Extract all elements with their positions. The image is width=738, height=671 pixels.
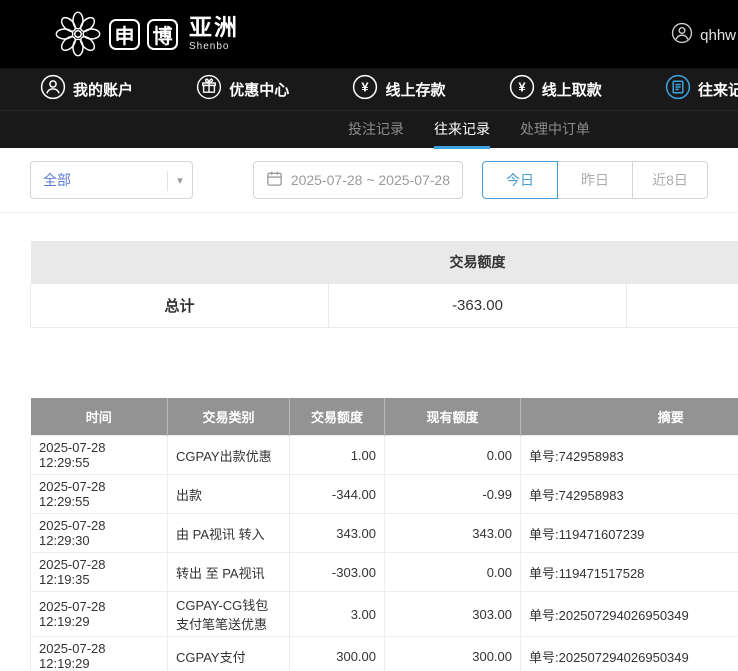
- table-row: 2025-07-28 12:29:55 出款 -344.00 -0.99 单号:…: [31, 475, 738, 514]
- cell-time: 2025-07-28 12:19:29: [31, 637, 168, 671]
- transactions-table: 时间 交易类别 交易额度 现有额度 摘要 2025-07-28 12:29:55…: [30, 398, 738, 671]
- cell-memo: 单号:119471517528: [521, 553, 738, 592]
- cell-balance: 300.00: [385, 637, 521, 671]
- col-header-type: 交易类别: [168, 398, 290, 436]
- cell-amount: -344.00: [290, 475, 385, 514]
- last-8-days-button[interactable]: 近8日: [632, 161, 708, 199]
- nav-item-records[interactable]: 往来记录: [665, 74, 738, 105]
- cell-memo: 单号:202507294026950349: [521, 592, 738, 637]
- table-row: 2025-07-28 12:19:35 转出 至 PA视讯 -303.00 0.…: [31, 553, 738, 592]
- type-dropdown-value: 全部: [43, 170, 71, 190]
- summary-header-spacer: [627, 241, 738, 283]
- cell-time: 2025-07-28 12:19:29: [31, 592, 168, 637]
- tab-betting-records[interactable]: 投注记录: [348, 111, 404, 149]
- flower-logo-icon: [54, 10, 102, 58]
- currency-glyph: ¥: [518, 80, 526, 95]
- deposit-icon: ¥: [352, 74, 378, 105]
- nav-label: 往来记录: [698, 79, 738, 100]
- transactions-section: 时间 交易类别 交易额度 现有额度 摘要 2025-07-28 12:29:55…: [30, 398, 738, 671]
- tab-transaction-records[interactable]: 往来记录: [434, 111, 490, 149]
- cell-memo: 单号:742958983: [521, 475, 738, 514]
- cell-amount: 1.00: [290, 436, 385, 475]
- cell-memo: 单号:202507294026950349: [521, 637, 738, 671]
- table-row: 2025-07-28 12:29:30 由 PA视讯 转入 343.00 343…: [31, 514, 738, 553]
- summary-header-spacer: [31, 241, 329, 283]
- table-row: 2025-07-28 12:19:29 CGPAY-CG钱包支付笔笔送优惠 3.…: [31, 592, 738, 637]
- nav-item-deposit[interactable]: ¥ 线上存款: [352, 74, 445, 105]
- currency-glyph: ¥: [362, 80, 370, 95]
- nav-label: 优惠中心: [229, 79, 289, 100]
- cell-time: 2025-07-28 12:29:55: [31, 475, 168, 514]
- quick-date-buttons: 今日 昨日 近8日: [482, 161, 708, 199]
- logo-char-bo: 博: [147, 19, 178, 50]
- sub-nav: 投注记录 往来记录 处理中订单: [0, 110, 738, 148]
- chevron-down-icon: ▾: [167, 171, 183, 191]
- nav-label: 线上存款: [385, 79, 445, 100]
- cell-balance: 303.00: [385, 592, 521, 637]
- cell-type: CGPAY-CG钱包支付笔笔送优惠: [168, 592, 290, 637]
- cell-type: 转出 至 PA视讯: [168, 553, 290, 592]
- summary-section: 交易额度 总计 -363.00: [30, 241, 738, 328]
- table-header-row: 时间 交易类别 交易额度 现有额度 摘要: [31, 398, 738, 436]
- account-icon: [40, 74, 66, 105]
- withdraw-icon: ¥: [509, 74, 535, 105]
- filter-bar: 全部 ▾ 2025-07-28 ~ 2025-07-28 今日 昨日 近8日: [0, 148, 738, 213]
- summary-header-amount: 交易额度: [329, 241, 627, 283]
- nav-item-promotions[interactable]: 优惠中心: [196, 74, 289, 105]
- table-row: 2025-07-28 12:19:29 CGPAY支付 300.00 300.0…: [31, 637, 738, 671]
- col-header-memo: 摘要: [521, 398, 738, 436]
- username: qhhw: [700, 27, 736, 44]
- cell-type: 出款: [168, 475, 290, 514]
- cell-time: 2025-07-28 12:29:30: [31, 514, 168, 553]
- nav-label: 我的账户: [73, 79, 133, 100]
- records-icon: [665, 74, 691, 105]
- main-nav: 我的账户 优惠中心 ¥ 线上存款: [0, 68, 738, 110]
- logo-char-shen: 申: [109, 19, 140, 50]
- cell-memo: 单号:742958983: [521, 436, 738, 475]
- date-range-picker[interactable]: 2025-07-28 ~ 2025-07-28: [253, 161, 463, 199]
- cell-balance: -0.99: [385, 475, 521, 514]
- logo-subtitle: Shenbo: [189, 41, 239, 52]
- summary-total-label: 总计: [31, 283, 329, 327]
- top-header: 申 博 亚洲 Shenbo qhhw: [0, 0, 738, 68]
- cell-amount: 343.00: [290, 514, 385, 553]
- gift-icon: [196, 74, 222, 105]
- cell-amount: 3.00: [290, 592, 385, 637]
- site-logo[interactable]: 申 博 亚洲 Shenbo: [54, 10, 239, 58]
- today-button[interactable]: 今日: [482, 161, 558, 199]
- calendar-icon: [266, 170, 283, 190]
- cell-type: CGPAY出款优惠: [168, 436, 290, 475]
- yesterday-button[interactable]: 昨日: [557, 161, 633, 199]
- cell-balance: 343.00: [385, 514, 521, 553]
- nav-item-withdraw[interactable]: ¥ 线上取款: [509, 74, 602, 105]
- tab-processing-orders[interactable]: 处理中订单: [520, 111, 590, 149]
- cell-amount: 300.00: [290, 637, 385, 671]
- cell-amount: -303.00: [290, 553, 385, 592]
- cell-balance: 0.00: [385, 436, 521, 475]
- nav-item-my-account[interactable]: 我的账户: [40, 74, 133, 105]
- date-range-value: 2025-07-28 ~ 2025-07-28: [291, 172, 450, 188]
- cell-memo: 单号:119471607239: [521, 514, 738, 553]
- col-header-balance: 现有额度: [385, 398, 521, 436]
- summary-empty-cell: [627, 283, 738, 327]
- cell-balance: 0.00: [385, 553, 521, 592]
- cell-time: 2025-07-28 12:19:35: [31, 553, 168, 592]
- user-account[interactable]: qhhw: [671, 22, 736, 49]
- logo-region-text: 亚洲: [189, 16, 239, 39]
- summary-total-value: -363.00: [329, 283, 627, 327]
- table-row: 2025-07-28 12:29:55 CGPAY出款优惠 1.00 0.00 …: [31, 436, 738, 475]
- cell-time: 2025-07-28 12:29:55: [31, 436, 168, 475]
- type-dropdown[interactable]: 全部 ▾: [30, 161, 193, 199]
- cell-type: CGPAY支付: [168, 637, 290, 671]
- user-avatar-icon: [671, 22, 693, 49]
- nav-label: 线上取款: [542, 79, 602, 100]
- col-header-time: 时间: [31, 398, 168, 436]
- cell-type: 由 PA视讯 转入: [168, 514, 290, 553]
- col-header-amount: 交易额度: [290, 398, 385, 436]
